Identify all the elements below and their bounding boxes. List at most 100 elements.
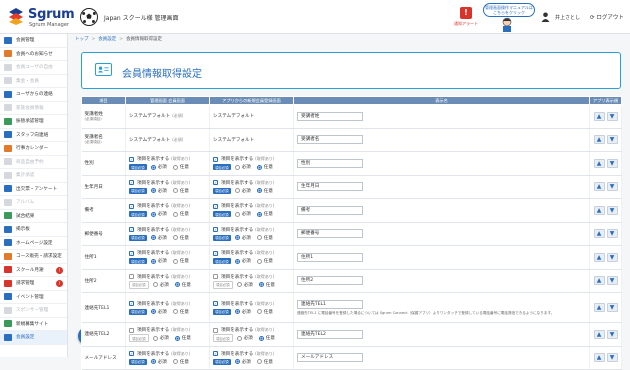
display-name-input[interactable]: 備考: [297, 205, 363, 215]
display-name-input[interactable]: 郵便番号: [297, 229, 363, 239]
optional-radio[interactable]: [256, 164, 262, 170]
move-down-button[interactable]: ▼: [606, 135, 618, 145]
move-up-button[interactable]: ▲: [593, 353, 605, 363]
move-down-button[interactable]: ▼: [606, 229, 618, 239]
required-radio[interactable]: [234, 188, 240, 194]
move-up-button[interactable]: ▲: [593, 205, 605, 215]
breadcrumb-home[interactable]: トップ: [75, 37, 89, 42]
show-checkbox[interactable]: [213, 327, 218, 333]
optional-radio[interactable]: [256, 211, 262, 217]
show-checkbox[interactable]: ✓: [129, 250, 134, 256]
required-radio[interactable]: [234, 258, 240, 264]
show-checkbox[interactable]: ✓: [129, 156, 134, 162]
show-checkbox[interactable]: [129, 327, 134, 333]
display-name-input[interactable]: 受講者名: [297, 135, 363, 145]
required-radio[interactable]: [152, 335, 158, 341]
breadcrumb-parent[interactable]: 会員設定: [98, 37, 116, 42]
move-down-button[interactable]: ▼: [606, 329, 618, 339]
display-name-input[interactable]: 住所2: [297, 276, 363, 286]
move-up-button[interactable]: ▲: [593, 182, 605, 192]
sidebar-item[interactable]: 会員へのお知らせ: [0, 48, 67, 61]
alert-button[interactable]: ! 通知アラート: [454, 7, 478, 29]
move-up-button[interactable]: ▲: [593, 158, 605, 168]
sidebar-item[interactable]: 会員設定: [0, 331, 67, 345]
sidebar-item[interactable]: 出欠票・アンケート: [0, 183, 67, 196]
optional-radio[interactable]: [172, 359, 178, 365]
display-name-input[interactable]: 住所1: [297, 252, 363, 262]
show-checkbox[interactable]: ✓: [213, 227, 218, 233]
move-down-button[interactable]: ▼: [606, 353, 618, 363]
sidebar-item[interactable]: 振替承認管理: [0, 115, 67, 129]
move-down-button[interactable]: ▼: [606, 205, 618, 215]
required-radio[interactable]: [150, 235, 156, 241]
display-name-input[interactable]: 生年月日: [297, 182, 363, 192]
required-radio[interactable]: [234, 211, 240, 217]
manual-link[interactable]: 管理画面操作マニュアルはこちらをクリック: [483, 3, 535, 17]
show-checkbox[interactable]: ✓: [129, 203, 134, 209]
show-checkbox[interactable]: ✓: [129, 227, 134, 233]
show-checkbox[interactable]: ✓: [129, 351, 134, 357]
show-checkbox[interactable]: ✓: [129, 301, 134, 306]
sidebar-item[interactable]: コース販売・請求設定: [0, 250, 67, 264]
optional-radio[interactable]: [172, 258, 178, 264]
move-up-button[interactable]: ▲: [593, 229, 605, 239]
move-down-button[interactable]: ▼: [606, 111, 618, 121]
move-up-button[interactable]: ▲: [593, 303, 605, 312]
optional-radio[interactable]: [256, 258, 262, 264]
logout-button[interactable]: ⟳ ログアウト: [590, 13, 624, 21]
show-checkbox[interactable]: [213, 274, 218, 280]
sidebar-item[interactable]: ホームページ設定: [0, 237, 67, 250]
move-down-button[interactable]: ▼: [606, 303, 618, 312]
sidebar-item[interactable]: 会員管理: [0, 34, 67, 48]
sgrum-logo[interactable]: Sgrum Sgrum Manager: [6, 4, 78, 30]
move-up-button[interactable]: ▲: [593, 276, 605, 286]
optional-radio[interactable]: [172, 235, 178, 241]
optional-radio[interactable]: [256, 359, 262, 365]
sidebar-item[interactable]: 請求管理!: [0, 277, 67, 291]
sidebar-item[interactable]: ユーザからの連絡: [0, 88, 67, 102]
sidebar-item[interactable]: スクール月謝!: [0, 264, 67, 277]
sidebar-item[interactable]: 行事カレンダー: [0, 142, 67, 156]
required-radio[interactable]: [236, 335, 242, 341]
sidebar-item[interactable]: 試合結果: [0, 210, 67, 223]
move-up-button[interactable]: ▲: [593, 329, 605, 339]
required-radio[interactable]: [150, 188, 156, 194]
optional-radio[interactable]: [174, 282, 180, 288]
show-checkbox[interactable]: ✓: [213, 180, 218, 186]
show-checkbox[interactable]: ✓: [129, 180, 134, 186]
move-down-button[interactable]: ▼: [606, 276, 618, 286]
display-name-input[interactable]: 連絡先TEL2: [297, 329, 363, 339]
show-checkbox[interactable]: ✓: [213, 301, 218, 306]
display-name-input[interactable]: 性別: [297, 158, 363, 168]
optional-radio[interactable]: [256, 235, 262, 241]
required-radio[interactable]: [234, 359, 240, 365]
sidebar-item[interactable]: イベント管理: [0, 291, 67, 304]
optional-radio[interactable]: [172, 188, 178, 194]
show-checkbox[interactable]: [129, 274, 134, 280]
optional-radio[interactable]: [172, 164, 178, 170]
move-down-button[interactable]: ▼: [606, 252, 618, 262]
sidebar-item[interactable]: 掲示板: [0, 223, 67, 237]
required-radio[interactable]: [150, 211, 156, 217]
sidebar-item[interactable]: 新規募集サイト: [0, 318, 67, 331]
show-checkbox[interactable]: ✓: [213, 250, 218, 256]
move-down-button[interactable]: ▼: [606, 158, 618, 168]
optional-radio[interactable]: [258, 335, 264, 341]
show-checkbox[interactable]: ✓: [213, 351, 218, 357]
optional-radio[interactable]: [172, 211, 178, 217]
optional-radio[interactable]: [258, 282, 264, 288]
required-radio[interactable]: [150, 359, 156, 365]
move-up-button[interactable]: ▲: [593, 111, 605, 121]
move-up-button[interactable]: ▲: [593, 252, 605, 262]
required-radio[interactable]: [150, 164, 156, 170]
optional-radio[interactable]: [256, 188, 262, 194]
move-up-button[interactable]: ▲: [593, 135, 605, 145]
optional-radio[interactable]: [174, 335, 180, 341]
optional-radio[interactable]: [256, 309, 262, 314]
required-radio[interactable]: [234, 309, 240, 314]
required-radio[interactable]: [152, 282, 158, 288]
required-radio[interactable]: [150, 309, 156, 314]
required-radio[interactable]: [236, 282, 242, 288]
display-name-input[interactable]: メールアドレス: [297, 353, 363, 363]
move-down-button[interactable]: ▼: [606, 182, 618, 192]
